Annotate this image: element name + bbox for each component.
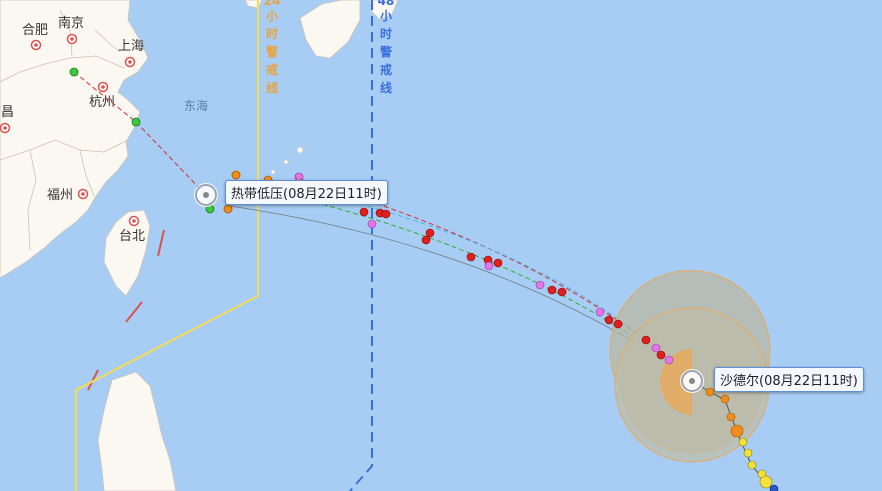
city-label: 合肥	[22, 23, 48, 38]
city-label: 上海	[118, 39, 144, 54]
svg-text:小: 小	[266, 8, 278, 23]
shaddai-typhoon-icon[interactable]	[680, 369, 704, 393]
svg-text:戒: 戒	[266, 62, 278, 77]
svg-text:48: 48	[378, 0, 395, 8]
svg-text:小: 小	[380, 8, 392, 23]
typhoon-map[interactable]: 24 小 时 警 戒 线 48 小 时 警 戒 线 合肥 南京 上海 杭州 昌 …	[0, 0, 882, 491]
shaddai-name: 沙德尔(08月22日11时)	[720, 374, 858, 389]
svg-text:线: 线	[380, 80, 392, 95]
td-tooltip[interactable]: 热带低压(08月22日11时)	[225, 180, 388, 205]
svg-text:时: 时	[380, 26, 392, 41]
svg-text:线: 线	[266, 80, 278, 95]
shaddai-tooltip[interactable]: 沙德尔(08月22日11时)	[714, 367, 864, 392]
warning-label-48h: 48 小 时 警 戒 线	[378, 0, 395, 95]
svg-text:时: 时	[266, 26, 278, 41]
warning-label-24h: 24 小 时 警 戒 线	[264, 0, 281, 95]
svg-text:24: 24	[264, 0, 281, 8]
sea-label-east-china-sea: 东海	[184, 98, 208, 113]
td-typhoon-icon[interactable]	[194, 183, 218, 207]
city-label: 南昌	[0, 104, 14, 120]
city-label: 南京	[58, 15, 84, 31]
svg-text:警: 警	[265, 44, 278, 59]
city-label: 福州	[47, 188, 73, 203]
td-name: 热带低压(08月22日11时)	[231, 187, 382, 202]
city-label: 台北	[119, 229, 145, 244]
svg-text:戒: 戒	[380, 62, 392, 77]
svg-text:警: 警	[379, 44, 392, 59]
